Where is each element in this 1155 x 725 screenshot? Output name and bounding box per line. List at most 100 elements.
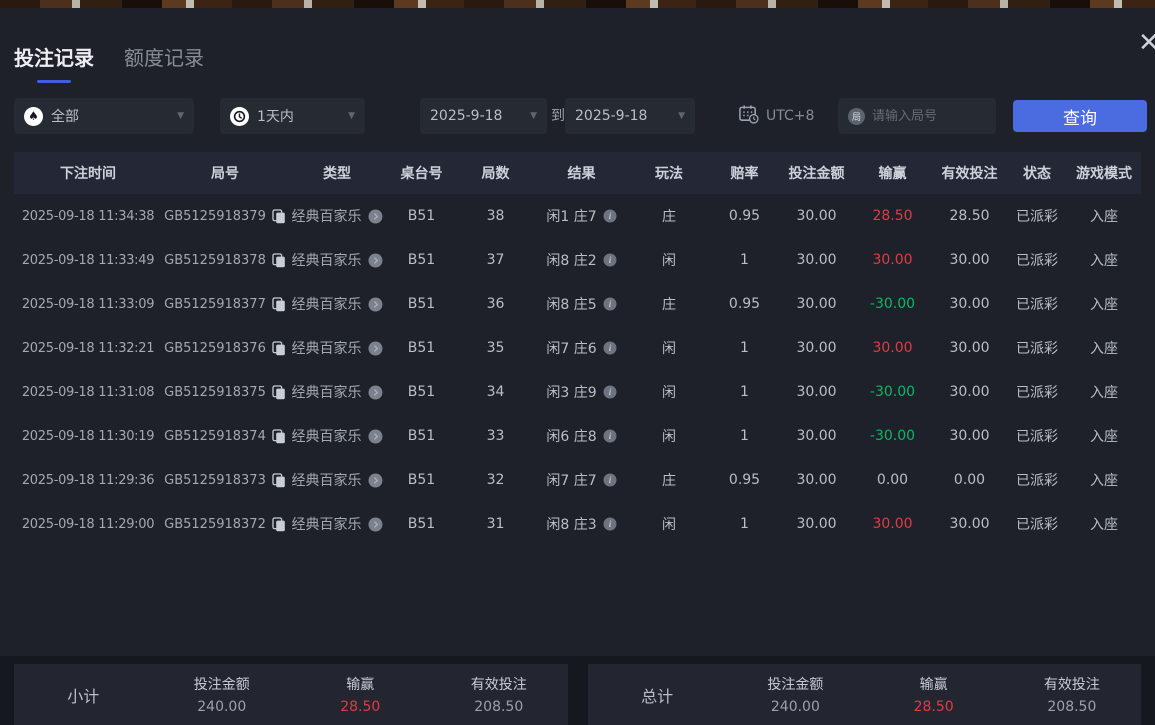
round-number: 38 xyxy=(486,208,505,224)
round-search-input[interactable] xyxy=(872,108,982,124)
game-mode: 入座 xyxy=(1090,341,1118,357)
column-header: 局号 xyxy=(211,166,239,182)
close-icon[interactable]: ✕ xyxy=(1138,30,1155,56)
svg-text:i: i xyxy=(608,520,611,530)
round-id: GB5125918373 xyxy=(162,458,288,502)
copy-icon[interactable] xyxy=(272,428,286,444)
odds: 0.95 xyxy=(728,296,761,312)
game-type: 经典百家乐 xyxy=(288,370,386,414)
bet-option: 庄 xyxy=(662,209,676,225)
result: 闲3 庄9 i xyxy=(534,370,629,414)
result: 闲6 庄8 i xyxy=(534,414,629,458)
spade-icon: ♠ xyxy=(24,106,43,126)
chevron-down-icon: ▼ xyxy=(177,111,184,121)
chevron-down-icon: ▼ xyxy=(530,111,537,121)
bet-amount: 30.00 xyxy=(796,516,837,532)
round-detail-icon[interactable] xyxy=(368,253,383,268)
round-number: 34 xyxy=(486,384,505,400)
round-id: GB5125918378 xyxy=(162,238,288,282)
date-from-select[interactable]: 2025-9-18 ▼ xyxy=(420,98,547,134)
status: 已派彩 xyxy=(1016,209,1058,225)
bet-time: 2025-09-18 11:30:19 xyxy=(21,428,155,444)
odds: 0.95 xyxy=(728,472,761,488)
valid-bet: 0.00 xyxy=(953,472,986,488)
win-loss: -30.00 xyxy=(869,384,916,400)
tab-quota-records[interactable]: 额度记录 xyxy=(124,42,204,83)
round-detail-icon[interactable] xyxy=(368,385,383,400)
result-info-icon[interactable]: i xyxy=(603,253,617,267)
odds: 1 xyxy=(740,428,749,444)
round-detail-icon[interactable] xyxy=(368,297,383,312)
result-info-icon[interactable]: i xyxy=(603,517,617,531)
bet-amount: 30.00 xyxy=(796,340,837,356)
round-number: 36 xyxy=(486,296,505,312)
round-detail-icon[interactable] xyxy=(368,209,383,224)
game-type-select[interactable]: ♠ 全部 ▼ xyxy=(14,98,194,134)
result: 闲8 庄5 i xyxy=(534,282,629,326)
game-mode: 入座 xyxy=(1090,209,1118,225)
valid-bet: 30.00 xyxy=(949,516,990,532)
result-info-icon[interactable]: i xyxy=(603,473,617,487)
table-number: B51 xyxy=(407,384,436,400)
table-row: 2025-09-18 11:33:49 GB5125918378 经典百家乐 B51 3… xyxy=(14,238,1141,282)
game-type: 经典百家乐 xyxy=(288,282,386,326)
timezone-indicator[interactable]: UTC+8 xyxy=(738,98,814,134)
total-valid-bet: 有效投注 208.50 xyxy=(1003,674,1141,715)
round-detail-icon[interactable] xyxy=(368,517,383,532)
column-header: 状态 xyxy=(1023,166,1051,182)
date-from-value: 2025-9-18 xyxy=(430,108,503,124)
filter-bar: ♠ 全部 ▼ 1天内 ▼ 2025-9-18 ▼ 到 2025-9-18 ▼ U… xyxy=(0,98,1155,134)
result-info-icon[interactable]: i xyxy=(603,385,617,399)
timezone-value: UTC+8 xyxy=(766,108,815,124)
table-row: 2025-09-18 11:29:36 GB5125918373 经典百家乐 B51 3… xyxy=(14,458,1141,502)
round-id: GB5125918376 xyxy=(162,326,288,370)
search-button[interactable]: 查询 xyxy=(1013,100,1147,132)
copy-icon[interactable] xyxy=(272,340,286,356)
round-detail-icon[interactable] xyxy=(368,429,383,444)
win-loss: 30.00 xyxy=(872,340,913,356)
game-type: 经典百家乐 xyxy=(288,238,386,282)
date-to-select[interactable]: 2025-9-18 ▼ xyxy=(565,98,695,134)
tab-betting-records[interactable]: 投注记录 xyxy=(14,42,94,83)
valid-bet: 30.00 xyxy=(949,340,990,356)
column-header: 有效投注 xyxy=(941,166,998,182)
round-number: 35 xyxy=(486,340,505,356)
result-info-icon[interactable]: i xyxy=(603,429,617,443)
bet-option: 闲 xyxy=(662,341,676,357)
calendar-clock-icon xyxy=(738,104,759,128)
time-range-select[interactable]: 1天内 ▼ xyxy=(220,98,365,134)
table-row: 2025-09-18 11:30:19 GB5125918374 经典百家乐 B51 3… xyxy=(14,414,1141,458)
column-header: 类型 xyxy=(323,166,351,182)
round-detail-icon[interactable] xyxy=(368,473,383,488)
copy-icon[interactable] xyxy=(272,296,286,312)
column-header: 玩法 xyxy=(655,166,683,182)
total-bet-amount: 投注金额 240.00 xyxy=(726,674,864,715)
column-header: 赔率 xyxy=(730,166,759,182)
valid-bet: 28.50 xyxy=(949,208,990,224)
bet-amount: 30.00 xyxy=(796,428,837,444)
game-mode: 入座 xyxy=(1090,473,1118,489)
valid-bet: 30.00 xyxy=(949,296,990,312)
copy-icon[interactable] xyxy=(272,472,286,488)
result-info-icon[interactable]: i xyxy=(603,209,617,223)
valid-bet: 30.00 xyxy=(949,252,990,268)
bet-amount-label: 投注金额 xyxy=(193,677,250,693)
win-loss: -30.00 xyxy=(869,428,916,444)
game-mode: 入座 xyxy=(1090,517,1118,533)
round-detail-icon[interactable] xyxy=(368,341,383,356)
copy-icon[interactable] xyxy=(272,208,286,224)
copy-icon[interactable] xyxy=(272,252,286,268)
valid-bet-label: 有效投注 xyxy=(470,677,527,693)
round-search-field[interactable]: 局 xyxy=(838,98,996,134)
result-info-icon[interactable]: i xyxy=(603,341,617,355)
svg-text:i: i xyxy=(608,300,611,310)
column-header: 下注时间 xyxy=(60,166,116,182)
bet-time: 2025-09-18 11:33:49 xyxy=(21,252,155,268)
game-type: 经典百家乐 xyxy=(288,194,386,238)
live-video-strip xyxy=(0,0,1155,8)
result-info-icon[interactable]: i xyxy=(603,297,617,311)
copy-icon[interactable] xyxy=(272,516,286,532)
bet-time: 2025-09-18 11:34:38 xyxy=(21,208,155,224)
valid-bet: 30.00 xyxy=(949,384,990,400)
copy-icon[interactable] xyxy=(272,384,286,400)
